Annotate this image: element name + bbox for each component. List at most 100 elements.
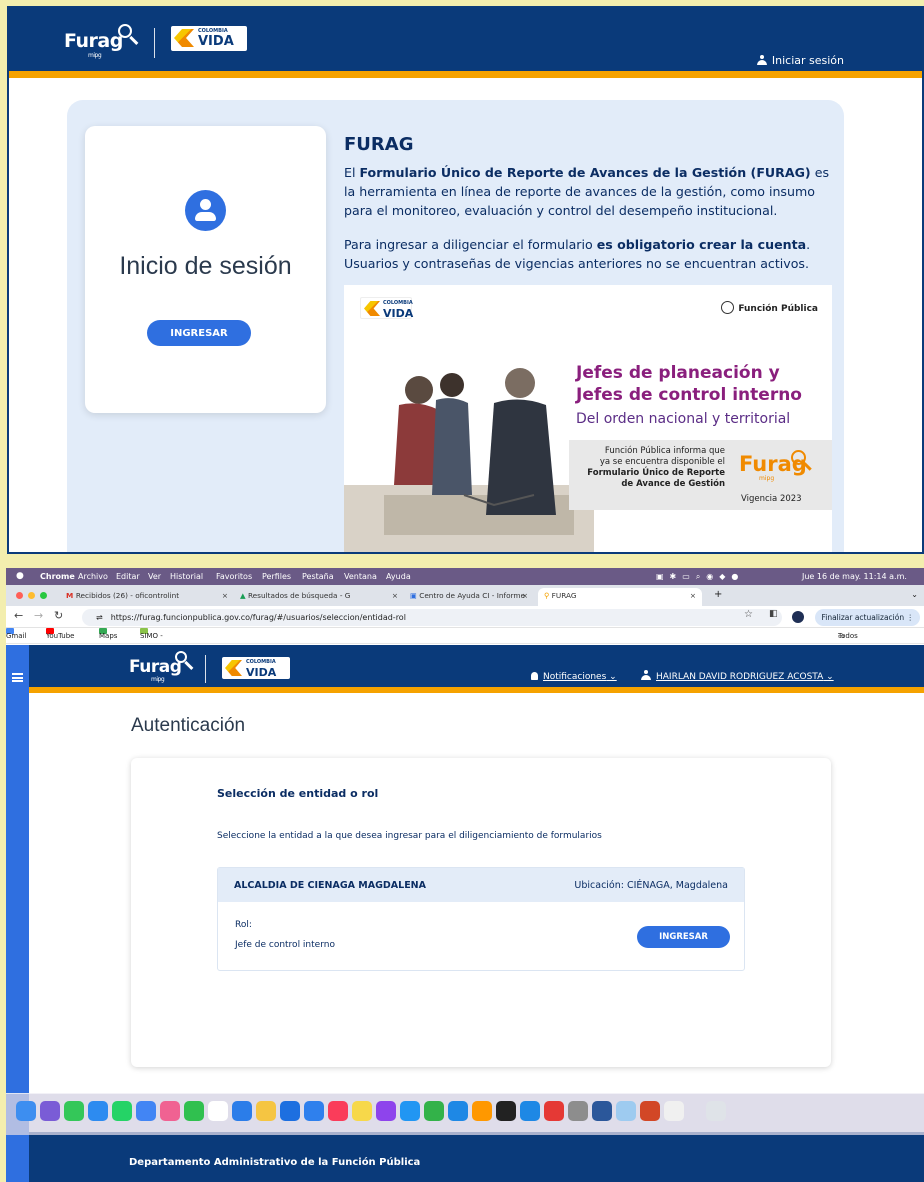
selection-description: Seleccione la entidad a la que desea ing…	[217, 831, 602, 841]
role-ingresar-button[interactable]: INGRESAR	[637, 926, 730, 948]
drive-icon: ▲	[240, 591, 248, 600]
pencil-icon[interactable]	[472, 1101, 492, 1121]
apple-icon[interactable]: ●	[16, 568, 24, 585]
gmail-icon: M	[66, 591, 76, 600]
menu-historial[interactable]: Historial	[170, 568, 203, 585]
banner-subheading: Del orden nacional y territorial	[576, 411, 791, 427]
top-screenshot: Furag mipg COLOMBIA VIDA Iniciar sesión …	[7, 6, 924, 554]
preview-icon[interactable]	[616, 1101, 636, 1121]
calendar-icon[interactable]	[208, 1101, 228, 1121]
announcement-banner: COLOMBIA VIDA Función Pública Jefes de p…	[344, 285, 832, 552]
acrobat-icon[interactable]	[544, 1101, 564, 1121]
podcasts-icon[interactable]	[376, 1101, 396, 1121]
new-tab-button[interactable]: +	[714, 589, 722, 600]
finish-update-button[interactable]: Finalizar actualización ⋮	[815, 609, 920, 626]
safari-icon[interactable]	[304, 1101, 324, 1121]
entity-name: ALCALDIA DE CIENAGA MAGDALENA	[234, 880, 426, 891]
powerpoint-icon[interactable]	[640, 1101, 660, 1121]
zoom-window-icon[interactable]	[40, 592, 47, 599]
folder-icon[interactable]	[352, 1101, 372, 1121]
whatsapp-icon[interactable]	[112, 1101, 132, 1121]
back-icon[interactable]: ←	[14, 609, 23, 622]
role-value: Jefe de control interno	[235, 940, 335, 950]
menu-pestana[interactable]: Pestaña	[302, 568, 334, 585]
mail-icon[interactable]	[88, 1101, 108, 1121]
minimize-window-icon[interactable]	[28, 592, 35, 599]
entity-header: ALCALDIA DE CIENAGA MAGDALENA Ubicación:…	[218, 868, 744, 902]
finder-icon[interactable]	[16, 1101, 36, 1121]
close-tab-icon[interactable]: ×	[522, 588, 528, 604]
reminders-icon[interactable]	[280, 1101, 300, 1121]
bell-icon	[531, 672, 538, 680]
browser-tab-strip: M Recibidos (26) - oficontrolint × ▲ Res…	[6, 585, 924, 606]
footer-text: Departamento Administrativo de la Funció…	[129, 1157, 421, 1168]
menubar-datetime: Jue 16 de may. 11:14 a.m.	[802, 572, 907, 581]
user-icon	[641, 670, 651, 680]
close-tab-icon[interactable]: ×	[392, 588, 398, 604]
notifications-dropdown[interactable]: Notificaciones ⌄	[531, 672, 617, 682]
tab-furag[interactable]: ⚲ FURAG ×	[538, 588, 702, 606]
site-info-icon[interactable]: ⇌	[96, 613, 103, 622]
photos-icon[interactable]	[160, 1101, 180, 1121]
menu-chrome[interactable]: Chrome	[40, 568, 75, 585]
music-icon[interactable]	[328, 1101, 348, 1121]
page-title: Autenticación	[131, 715, 246, 736]
appstore-icon[interactable]	[448, 1101, 468, 1121]
keynote-icon[interactable]	[400, 1101, 420, 1121]
menu-archivo[interactable]: Archivo	[78, 568, 108, 585]
header-login-link[interactable]: Iniciar sesión	[756, 54, 844, 67]
magnifier-icon	[175, 651, 187, 663]
tab-help-center[interactable]: ▣ Centro de Ayuda CI - Informe ×	[410, 588, 534, 606]
star-icon[interactable]: ☆	[744, 609, 753, 620]
banner-heading-2: Jefes de control interno	[576, 385, 802, 405]
menu-ayuda[interactable]: Ayuda	[386, 568, 411, 585]
furag-logo[interactable]: Furag mipg	[64, 24, 132, 59]
chrome-icon[interactable]	[136, 1101, 156, 1121]
textedit-icon[interactable]	[664, 1101, 684, 1121]
vida-chevron-icon	[364, 301, 380, 316]
info-paragraph-1: El Formulario Único de Reporte de Avance…	[344, 165, 830, 218]
messages-icon[interactable]	[64, 1101, 84, 1121]
facetime-icon[interactable]	[184, 1101, 204, 1121]
reload-icon[interactable]: ↻	[54, 609, 63, 622]
vida-chevron-icon	[225, 660, 242, 676]
menu-editar[interactable]: Editar	[116, 568, 140, 585]
address-bar-row: ← → ↻ ⇌ https://furag.funcionpublica.gov.…	[6, 606, 924, 628]
banner-vigencia: Vigencia 2023	[741, 494, 802, 504]
tab-search-results[interactable]: ▲ Resultados de búsqueda - G ×	[240, 588, 404, 606]
menu-perfiles[interactable]: Perfiles	[262, 568, 291, 585]
list-icon[interactable]	[520, 1101, 540, 1121]
tab-gmail[interactable]: M Recibidos (26) - oficontrolint ×	[66, 588, 234, 606]
forms-icon: ▣	[410, 591, 420, 600]
login-ingresar-button[interactable]: INGRESAR	[147, 320, 251, 346]
launchpad-icon[interactable]	[40, 1101, 60, 1121]
settings-icon[interactable]	[568, 1101, 588, 1121]
banner-box-text: Función Pública informa que ya se encuen…	[587, 446, 725, 489]
close-window-icon[interactable]	[16, 592, 23, 599]
hamburger-menu-icon[interactable]	[12, 673, 23, 682]
word-icon[interactable]	[592, 1101, 612, 1121]
chevron-down-icon[interactable]: ⌄	[911, 590, 918, 599]
vida-chevron-icon	[174, 29, 194, 47]
close-tab-icon[interactable]: ×	[690, 588, 696, 604]
furag-logo[interactable]: Furag mipg	[129, 651, 187, 683]
login-card: Inicio de sesión INGRESAR	[85, 126, 326, 413]
menu-ventana[interactable]: Ventana	[344, 568, 377, 585]
close-tab-icon[interactable]: ×	[222, 588, 228, 604]
contacts-icon[interactable]	[232, 1101, 252, 1121]
forward-icon[interactable]: →	[34, 609, 43, 622]
status-icons: ▣✱▭⌕◉◆●	[656, 572, 745, 581]
trash-icon[interactable]	[706, 1101, 726, 1121]
url-input[interactable]: ⇌ https://furag.funcionpublica.gov.co/fur…	[82, 609, 782, 626]
numbers-icon[interactable]	[424, 1101, 444, 1121]
sidepanel-icon[interactable]: ◧	[769, 609, 778, 619]
magnifier-icon	[118, 24, 132, 38]
selection-card: Selección de entidad o rol Seleccione la…	[131, 758, 831, 1067]
camera-icon[interactable]	[496, 1101, 516, 1121]
menu-favoritos[interactable]: Favoritos	[216, 568, 252, 585]
user-menu-dropdown[interactable]: HAIRLAN DAVID RODRIGUEZ ACOSTA ⌄	[641, 670, 834, 682]
profile-avatar[interactable]	[792, 611, 804, 623]
notes-icon[interactable]	[256, 1101, 276, 1121]
bookmarks-bar: Gmail YouTube Maps SIMO -Sistema de... ▭…	[6, 628, 924, 672]
menu-ver[interactable]: Ver	[148, 568, 161, 585]
